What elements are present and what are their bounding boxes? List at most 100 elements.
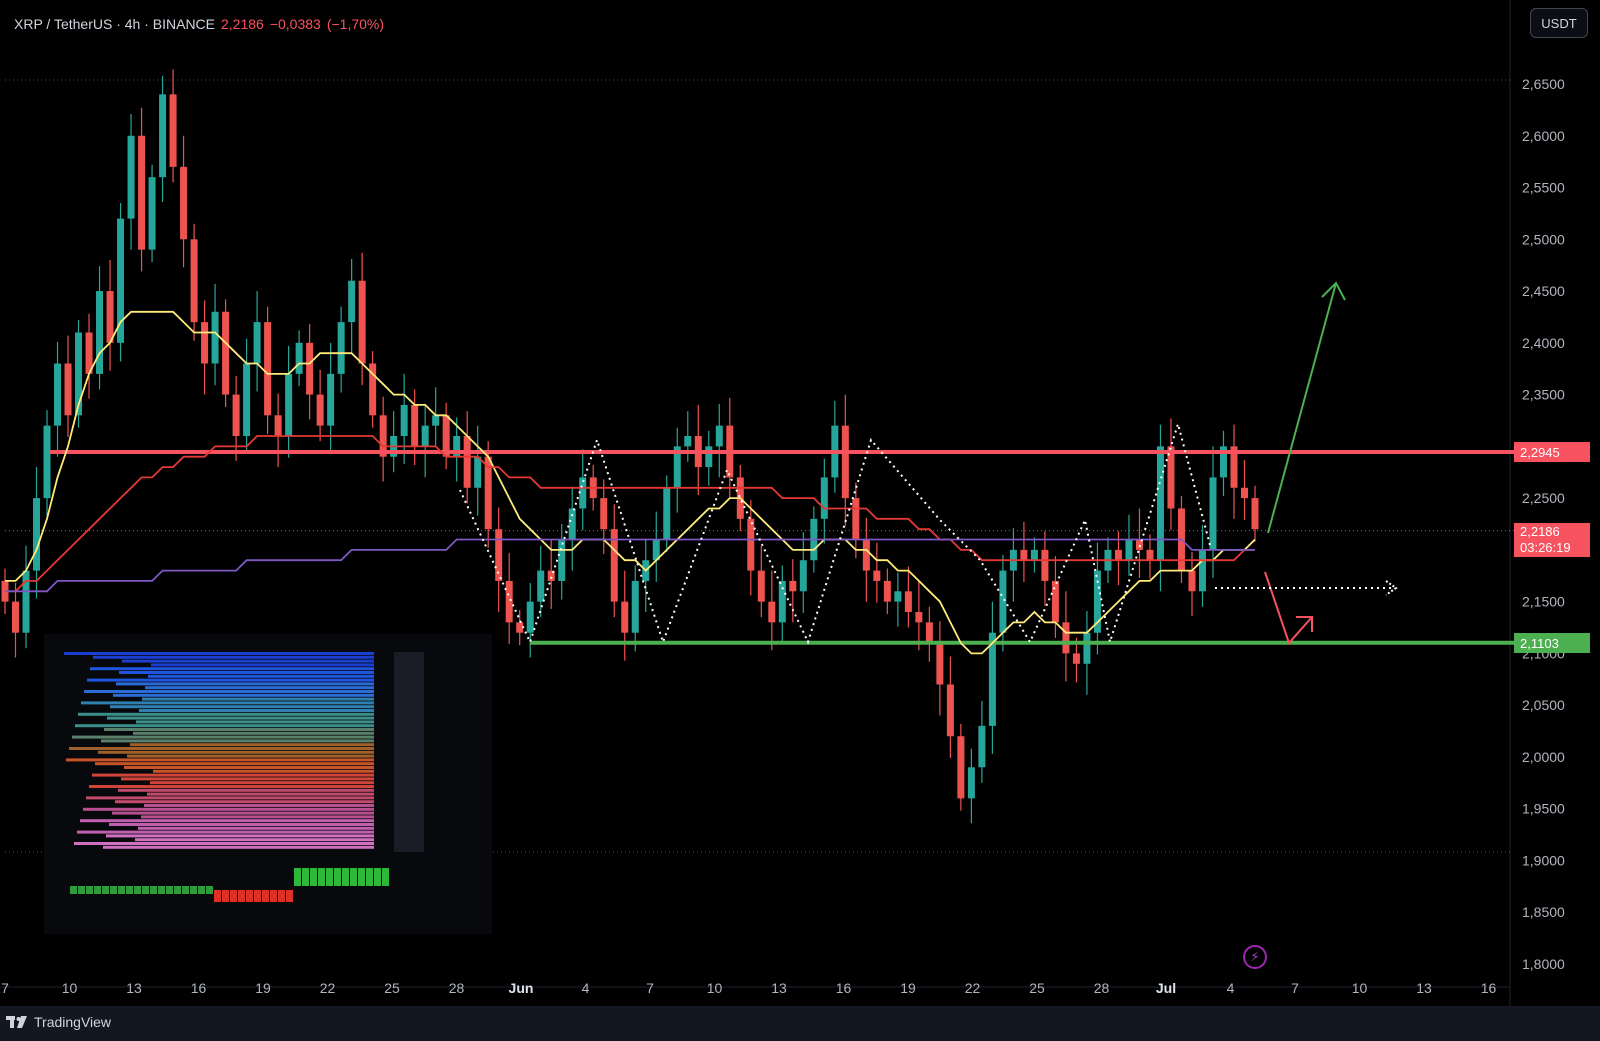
candle-body bbox=[22, 570, 30, 633]
last-price: 2,2186 bbox=[221, 16, 264, 32]
tradingview-logo[interactable]: TradingView bbox=[6, 1014, 111, 1030]
lightning-icon[interactable]: ⚡ bbox=[1243, 945, 1267, 969]
heatmap-band bbox=[139, 709, 374, 712]
liquidation-heatmap-inset bbox=[44, 634, 492, 934]
heatmap-band bbox=[110, 705, 374, 709]
candle-body bbox=[778, 580, 786, 623]
x-tick-label: 16 bbox=[836, 980, 852, 996]
ma-slow-line bbox=[5, 538, 1255, 593]
heatmap-band bbox=[92, 773, 374, 777]
heatmap-band bbox=[64, 652, 374, 655]
candle-body bbox=[631, 580, 639, 633]
y-tick-label: 2,4500 bbox=[1522, 283, 1565, 299]
heatmap-band bbox=[153, 769, 374, 773]
heatmap-band bbox=[77, 830, 374, 834]
heatmap-band bbox=[109, 823, 374, 826]
candle-body bbox=[978, 725, 986, 768]
candle-body bbox=[820, 477, 828, 519]
histogram-bar bbox=[142, 886, 149, 894]
candle-body bbox=[274, 415, 282, 436]
support-price-tag: 2,1103 bbox=[1514, 633, 1590, 653]
heatmap-band bbox=[66, 758, 374, 762]
x-tick-label: 10 bbox=[62, 980, 78, 996]
candle-body bbox=[894, 591, 902, 602]
candle-body bbox=[799, 560, 807, 592]
histogram-bar bbox=[334, 868, 341, 886]
heatmap-band bbox=[98, 750, 374, 754]
candle-body bbox=[600, 498, 608, 530]
heatmap-band bbox=[74, 842, 374, 845]
heatmap-band bbox=[90, 667, 374, 671]
resistance-price-tag: 2,2945 bbox=[1514, 442, 1590, 462]
candle-body bbox=[915, 612, 923, 623]
histogram-bar bbox=[70, 886, 77, 894]
heatmap-band bbox=[112, 811, 374, 815]
histogram-bar bbox=[374, 868, 381, 886]
x-tick-label: 4 bbox=[582, 980, 590, 996]
heatmap-band bbox=[78, 712, 374, 716]
histogram-bar bbox=[254, 890, 261, 902]
histogram-bar bbox=[382, 868, 389, 886]
candle-body bbox=[789, 580, 797, 592]
x-tick-label: 25 bbox=[1029, 980, 1045, 996]
heatmap-band bbox=[119, 671, 374, 674]
heatmap-band bbox=[107, 716, 374, 720]
x-tick-label: 16 bbox=[1481, 980, 1497, 996]
heatmap-band bbox=[87, 678, 374, 682]
candle-body bbox=[232, 394, 240, 436]
histogram-bar bbox=[182, 886, 189, 894]
candle-body bbox=[285, 373, 293, 436]
candle-body bbox=[316, 394, 324, 426]
heatmap-band bbox=[127, 754, 374, 758]
x-tick-label: 13 bbox=[771, 980, 787, 996]
candle-body bbox=[621, 601, 629, 633]
currency-button[interactable]: USDT bbox=[1530, 8, 1588, 38]
candle-body bbox=[967, 767, 975, 799]
x-tick-label: Jul bbox=[1156, 980, 1176, 996]
candle-body bbox=[852, 498, 860, 540]
x-tick-label: 19 bbox=[900, 980, 916, 996]
x-tick-label: 7 bbox=[1291, 980, 1299, 996]
heatmap-band bbox=[133, 731, 374, 735]
histogram-bar bbox=[222, 890, 229, 902]
histogram-bar bbox=[238, 890, 245, 902]
candle-body bbox=[222, 311, 230, 395]
y-tick-label: 2,5500 bbox=[1522, 180, 1565, 196]
heatmap-band bbox=[147, 792, 374, 796]
heatmap-band bbox=[122, 659, 374, 663]
candle-body bbox=[54, 363, 62, 426]
heatmap-band bbox=[81, 701, 374, 705]
heatmap-band bbox=[116, 682, 374, 686]
x-tick-label: 7 bbox=[1, 980, 9, 996]
x-tick-label: 25 bbox=[384, 980, 400, 996]
candle-body bbox=[1062, 622, 1070, 654]
histogram-bar bbox=[342, 868, 349, 886]
histogram-bar bbox=[358, 868, 365, 886]
price-change-pct: (−1,70%) bbox=[326, 16, 385, 32]
ma-fast-line bbox=[5, 310, 1256, 655]
candle-body bbox=[400, 404, 408, 436]
x-tick-label: 10 bbox=[1352, 980, 1368, 996]
histogram-bar bbox=[366, 868, 373, 886]
candle-body bbox=[138, 135, 146, 250]
candle-body bbox=[337, 322, 345, 374]
heatmap-band bbox=[118, 788, 374, 792]
heatmap-band bbox=[144, 804, 374, 807]
heatmap-band bbox=[121, 777, 374, 781]
candle-body bbox=[159, 94, 167, 178]
candle-body bbox=[1209, 477, 1217, 550]
histogram-bar bbox=[158, 886, 165, 894]
heatmap-band bbox=[83, 807, 374, 811]
histogram-bar bbox=[94, 886, 101, 894]
histogram-bar bbox=[318, 868, 325, 886]
candle-body bbox=[1198, 549, 1206, 592]
symbol-header: XRP / TetherUS · 4h · BINANCE 2,2186 −0,… bbox=[14, 16, 384, 32]
candle-body bbox=[117, 218, 125, 343]
candle-body bbox=[768, 601, 776, 623]
y-tick-label: 2,0500 bbox=[1522, 697, 1565, 713]
candle-body bbox=[463, 436, 471, 488]
bearish-arrow bbox=[1264, 571, 1313, 645]
heatmap-band bbox=[115, 800, 374, 804]
histogram-bar bbox=[230, 890, 237, 902]
candle-body bbox=[148, 177, 156, 250]
